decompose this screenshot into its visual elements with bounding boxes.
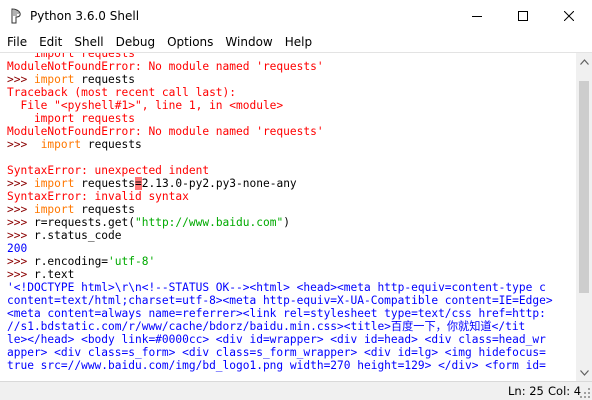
shell-line: >>> r=requests.get("http://www.baidu.com… xyxy=(7,216,553,229)
status-bar: Ln: 25 Col: 4 xyxy=(0,381,592,400)
vertical-scrollbar[interactable] xyxy=(576,53,592,381)
shell-token: <meta content=always name=referrer><link… xyxy=(7,307,546,320)
window-title: Python 3.6.0 Shell xyxy=(30,9,140,23)
shell-line: >>> r.text xyxy=(7,268,553,281)
shell-token: 2.13.0-py2.py3-none-any xyxy=(141,177,297,190)
shell-line: ModuleNotFoundError: No module named 're… xyxy=(7,60,553,73)
resize-grip-icon[interactable] xyxy=(580,388,591,399)
shell-line: le></head> <body link=#0000cc> <div id=w… xyxy=(7,333,553,346)
shell-token: r.status_code xyxy=(33,229,122,242)
shell-token: File "<pyshell#1>", line 1, in <module> xyxy=(7,99,284,112)
shell-line: ModuleNotFoundError: No module named 're… xyxy=(7,125,553,138)
menu-shell[interactable]: Shell xyxy=(68,32,109,52)
shell-token: >>> xyxy=(7,138,41,151)
shell-line: content=text/html;charset=utf-8><meta ht… xyxy=(7,294,553,307)
shell-line: File "<pyshell#1>", line 1, in <module> xyxy=(7,99,553,112)
scroll-down-button[interactable] xyxy=(576,364,592,381)
shell-token: >>> xyxy=(7,73,34,86)
menu-edit[interactable]: Edit xyxy=(33,32,68,52)
shell-token: ModuleNotFoundError: No module named 're… xyxy=(7,60,324,73)
shell-line: >>> r.encoding='utf-8' xyxy=(7,255,553,268)
idle-feather-icon xyxy=(8,8,24,24)
shell-token xyxy=(7,53,34,60)
scroll-thumb[interactable] xyxy=(579,81,589,293)
shell-token: true src=//www.baidu.com/img/bd_logo1.pn… xyxy=(7,359,546,372)
shell-token: import xyxy=(33,177,75,190)
shell-token: requests xyxy=(74,203,135,216)
shell-token: 'utf-8' xyxy=(108,255,156,268)
title-bar[interactable]: Python 3.6.0 Shell xyxy=(0,0,592,32)
shell-token: //s1.bdstatic.com/r/www/cache/bdorz/baid… xyxy=(7,320,526,333)
shell-line: true src=//www.baidu.com/img/bd_logo1.pn… xyxy=(7,359,553,372)
shell-output: import requests ModuleNotFoundError: No m… xyxy=(7,53,553,372)
menu-debug[interactable]: Debug xyxy=(110,32,161,52)
menu-options[interactable]: Options xyxy=(161,32,219,52)
shell-token: ModuleNotFoundError: No module named 're… xyxy=(7,125,324,138)
menu-bar: File Edit Shell Debug Options Window Hel… xyxy=(0,32,592,52)
shell-token: r=requests.get( xyxy=(33,216,135,229)
shell-token: SyntaxError: invalid syntax xyxy=(7,190,189,203)
shell-line: >>> import requests xyxy=(7,203,553,216)
shell-token: Traceback (most recent call last): xyxy=(7,86,237,99)
chevron-up-icon xyxy=(579,58,589,65)
shell-line: >>> import requests xyxy=(7,138,553,151)
shell-line: SyntaxError: invalid syntax xyxy=(7,190,553,203)
shell-line: SyntaxError: unexpected indent xyxy=(7,164,553,177)
shell-token: r.encoding= xyxy=(33,255,109,268)
shell-line: >>> import requests xyxy=(7,73,553,86)
shell-token: requests xyxy=(74,177,135,190)
maximize-button[interactable] xyxy=(500,0,546,32)
close-button[interactable] xyxy=(546,0,592,32)
shell-line: 200 xyxy=(7,242,553,255)
line-number: Ln: 25 xyxy=(508,384,544,398)
shell-line: apper> <div class=s_form> <div class=s_f… xyxy=(7,346,553,359)
column-number: Col: 4 xyxy=(548,384,582,398)
shell-token: requests xyxy=(74,73,135,86)
shell-line: import requests xyxy=(7,53,553,60)
shell-token: apper> <div class=s_form> <div class=s_f… xyxy=(7,346,546,359)
shell-token: import xyxy=(40,138,82,151)
chevron-down-icon xyxy=(579,369,589,376)
shell-line: import requests xyxy=(7,112,553,125)
shell-token: 200 xyxy=(7,242,28,255)
shell-line: //s1.bdstatic.com/r/www/cache/bdorz/baid… xyxy=(7,320,553,333)
shell-token: requests xyxy=(81,138,142,151)
shell-token: import requests xyxy=(7,112,135,125)
menu-help[interactable]: Help xyxy=(279,32,318,52)
shell-line: >>> r.status_code xyxy=(7,229,553,242)
shell-token: >>> xyxy=(7,177,34,190)
shell-token: "http://www.baidu.com" xyxy=(135,216,284,229)
shell-line: <meta content=always name=referrer><link… xyxy=(7,307,553,320)
shell-token: >>> xyxy=(7,255,34,268)
scroll-up-button[interactable] xyxy=(576,53,592,70)
shell-text-area[interactable]: import requests ModuleNotFoundError: No m… xyxy=(0,53,576,381)
minimize-icon xyxy=(472,16,482,17)
maximize-icon xyxy=(518,11,528,21)
shell-token: r.text xyxy=(33,268,75,281)
shell-token: import xyxy=(33,73,75,86)
shell-line: >>> import requests=2.13.0-py2.py3-none-… xyxy=(7,177,553,190)
shell-token: content=text/html;charset=utf-8><meta ht… xyxy=(7,294,553,307)
menu-window[interactable]: Window xyxy=(219,32,278,52)
shell-token: import xyxy=(33,203,75,216)
shell-token: le></head> <body link=#0000cc> <div id=w… xyxy=(7,333,546,346)
shell-token: requests xyxy=(74,53,135,60)
shell-token: '<!DOCTYPE html>\r\n<!--STATUS OK--><htm… xyxy=(7,281,546,294)
shell-token: >>> xyxy=(7,268,34,281)
shell-token: >>> xyxy=(7,203,34,216)
minimize-button[interactable] xyxy=(454,0,500,32)
menu-file[interactable]: File xyxy=(0,32,33,52)
shell-token: = xyxy=(135,177,142,190)
shell-token: import xyxy=(33,53,75,60)
close-icon xyxy=(564,11,574,21)
shell-line: Traceback (most recent call last): xyxy=(7,86,553,99)
shell-token: >>> xyxy=(7,229,34,242)
shell-token: ) xyxy=(283,216,290,229)
shell-token: SyntaxError: unexpected indent xyxy=(7,164,210,177)
shell-line: '<!DOCTYPE html>\r\n<!--STATUS OK--><htm… xyxy=(7,281,553,294)
shell-token: >>> xyxy=(7,216,34,229)
